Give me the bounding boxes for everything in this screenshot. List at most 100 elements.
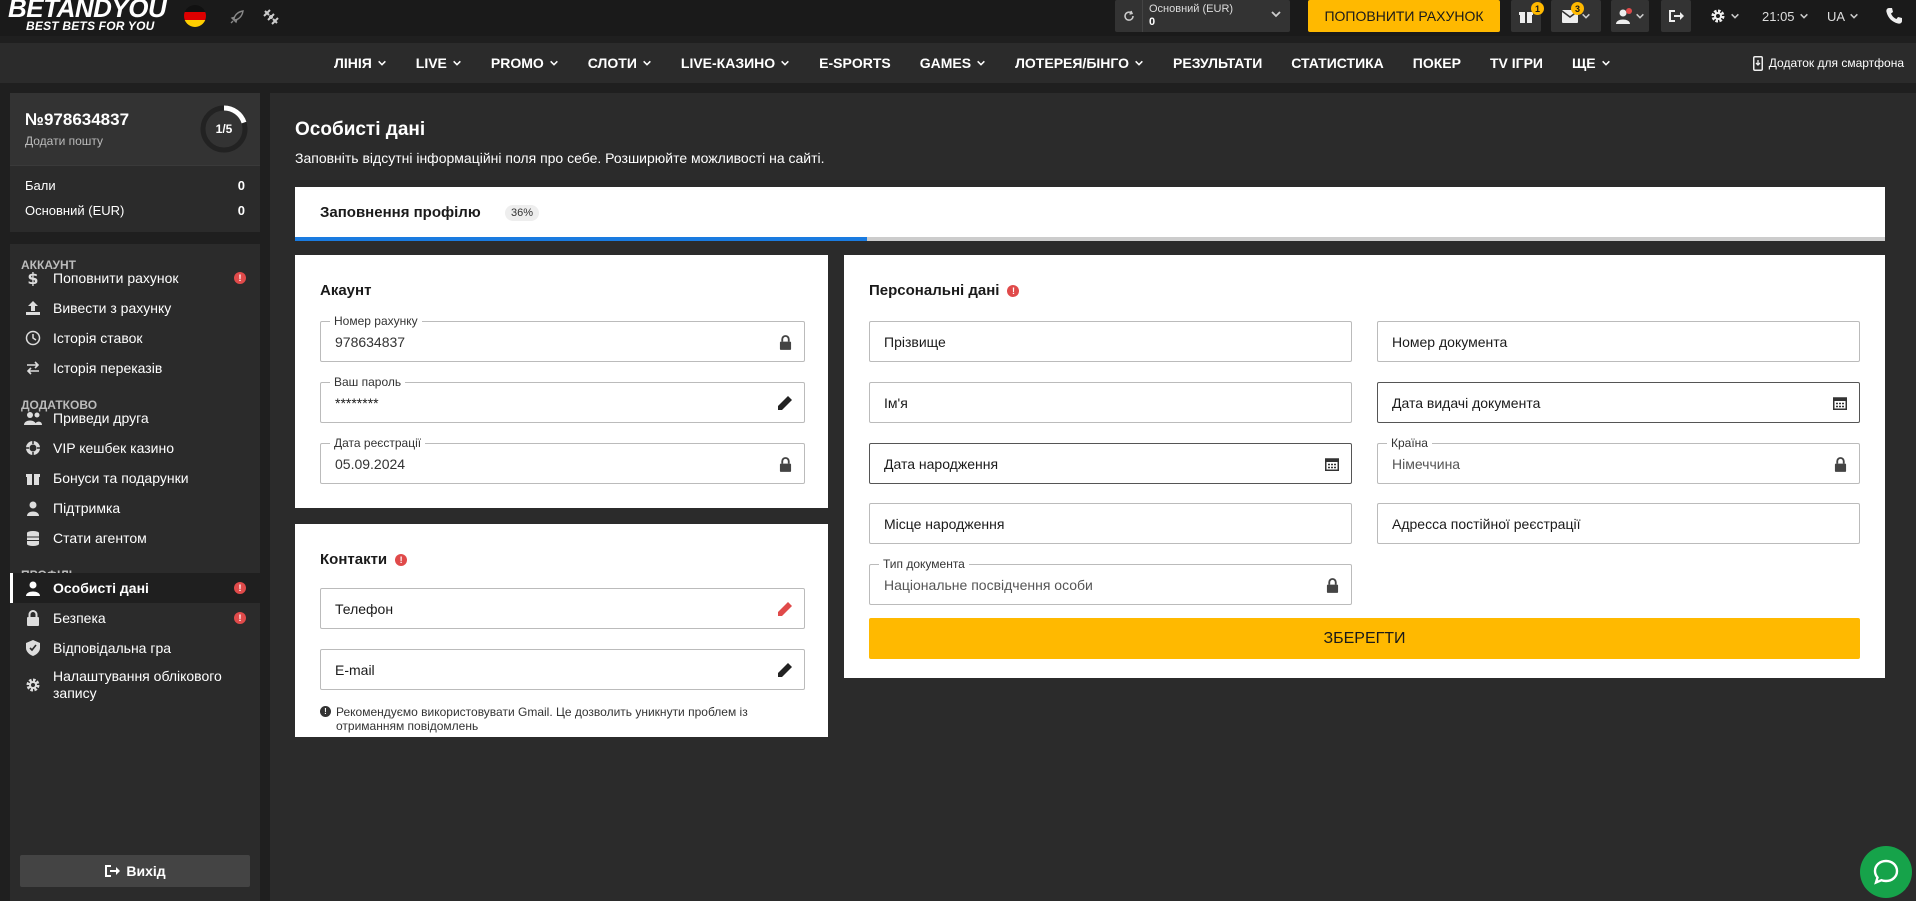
logout-button[interactable]: Вихід bbox=[20, 855, 250, 887]
balance-value: 0 bbox=[1149, 16, 1156, 28]
nav-item[interactable]: Games bbox=[920, 55, 986, 71]
country-label: Країна bbox=[1387, 436, 1432, 450]
personal-data-card-title-text: Персональні дані bbox=[869, 282, 1000, 299]
phone-field-placeholder: Телефон bbox=[335, 601, 394, 617]
profile-button[interactable] bbox=[1611, 0, 1649, 32]
chevron-down-icon bbox=[1135, 60, 1143, 66]
time-selector[interactable]: 21:05 bbox=[1762, 0, 1809, 32]
document-number-field[interactable]: Номер документа bbox=[1377, 321, 1860, 362]
birth-date-field[interactable]: Дата народження bbox=[869, 443, 1352, 484]
satellite-icon[interactable] bbox=[260, 6, 282, 28]
chat-button[interactable] bbox=[1860, 846, 1912, 898]
address-field[interactable]: Адресса постійної реєстрації bbox=[1377, 503, 1860, 544]
sidebar-item-label: Особисті дані bbox=[53, 580, 149, 596]
password-field-label: Ваш пароль bbox=[330, 375, 406, 389]
sidebar-item-bonuses[interactable]: Бонуси та подарунки bbox=[10, 463, 260, 493]
phone-field[interactable]: Телефон bbox=[320, 588, 805, 629]
main-balance-label: Основний (EUR) bbox=[25, 203, 125, 218]
nav-item[interactable]: Слоти bbox=[588, 55, 652, 71]
phone-button[interactable] bbox=[1872, 0, 1916, 32]
first-name-field[interactable]: Ім'я bbox=[869, 382, 1352, 423]
password-field[interactable]: Ваш пароль ******** bbox=[320, 375, 805, 423]
logout-top-button[interactable] bbox=[1661, 0, 1691, 32]
chevron-down-icon bbox=[549, 60, 558, 66]
nav-item[interactable]: TV Ігри bbox=[1490, 55, 1543, 71]
nav-item-label: Статистика bbox=[1291, 55, 1384, 71]
balance-selector[interactable]: Основний (EUR) 0 bbox=[1115, 0, 1290, 32]
account-card: Акаунт Номер рахунку 978634837 Ваш парол… bbox=[295, 255, 828, 508]
dollar-icon: $ bbox=[24, 269, 42, 287]
deposit-button[interactable]: ПОПОВНИТИ РАХУНОК bbox=[1308, 0, 1500, 32]
edit-pencil-icon[interactable] bbox=[776, 600, 794, 618]
sidebar-item-deposit[interactable]: $ Поповнити рахунок ! bbox=[10, 263, 260, 293]
nav-item-label: Live bbox=[415, 55, 447, 71]
logo[interactable]: BETANDYOU BEST BETS FOR YOU bbox=[8, 0, 167, 32]
nav-item[interactable]: Статистика bbox=[1291, 55, 1384, 71]
germany-flag-icon[interactable] bbox=[184, 5, 206, 27]
profile-completion-percent: 36% bbox=[505, 205, 540, 221]
lock-icon bbox=[1323, 576, 1341, 594]
sidebar-item-transfer-history[interactable]: Історія переказів bbox=[10, 353, 260, 383]
account-number-field-label: Номер рахунку bbox=[330, 314, 422, 328]
nav-item[interactable]: Лотерея/Бінго bbox=[1015, 55, 1144, 71]
messages-badge: 3 bbox=[1571, 2, 1584, 15]
nav-item-label: Лотерея/Бінго bbox=[1015, 55, 1130, 71]
nav-item[interactable]: Покер bbox=[1413, 55, 1461, 71]
alert-icon: ! bbox=[1007, 284, 1020, 297]
account-number-field: Номер рахунку 978634837 bbox=[320, 314, 805, 362]
gifts-badge: 1 bbox=[1531, 2, 1544, 15]
nav-item[interactable]: Live bbox=[416, 55, 462, 71]
add-email-link[interactable]: Додати пошту bbox=[25, 134, 103, 148]
sidebar-balances: Бали 0 Основний (EUR) 0 bbox=[10, 165, 260, 232]
sidebar-item-personal-data[interactable]: Особисті дані ! bbox=[10, 573, 260, 603]
nav-item[interactable]: Promo bbox=[491, 55, 559, 71]
account-number: №978634837 bbox=[25, 110, 130, 129]
chip-icon bbox=[24, 439, 42, 457]
messages-button[interactable]: 3 bbox=[1551, 0, 1601, 32]
gifts-button[interactable]: 1 bbox=[1511, 0, 1544, 32]
edit-pencil-icon[interactable] bbox=[776, 394, 794, 412]
nav-item[interactable]: Результати bbox=[1173, 55, 1262, 71]
sidebar-item-security[interactable]: Безпека ! bbox=[10, 603, 260, 633]
nav-item[interactable]: Ще bbox=[1572, 55, 1611, 71]
sidebar-item-label: Поповнити рахунок bbox=[53, 270, 179, 286]
save-button[interactable]: ЗБЕРЕГТИ bbox=[869, 618, 1860, 659]
personal-data-card: Персональні дані ! Прізвище Номер докуме… bbox=[844, 255, 1885, 678]
language-selector[interactable]: UA bbox=[1827, 0, 1859, 32]
sidebar-item-bet-history[interactable]: Історія ставок bbox=[10, 323, 260, 353]
refresh-icon[interactable] bbox=[1115, 0, 1143, 32]
sidebar-item-invite-friend[interactable]: Приведи друга bbox=[10, 403, 260, 433]
calendar-icon[interactable] bbox=[1831, 394, 1849, 412]
edit-pencil-icon[interactable] bbox=[776, 661, 794, 679]
account-card-title-text: Акаунт bbox=[320, 282, 372, 299]
contacts-card-title-text: Контакти bbox=[320, 551, 388, 568]
rocket-icon[interactable] bbox=[226, 6, 248, 28]
points-row: Бали 0 bbox=[25, 178, 245, 193]
sidebar-item-become-agent[interactable]: Стати агентом bbox=[10, 523, 260, 553]
sidebar-item-responsible-gaming[interactable]: Відповідальна гра bbox=[10, 633, 260, 663]
document-issue-date-field[interactable]: Дата видачі документа bbox=[1377, 382, 1860, 423]
sidebar-item-withdraw[interactable]: Вивести з рахунку bbox=[10, 293, 260, 323]
mobile-app-link[interactable]: Додаток для смартфона bbox=[1752, 43, 1904, 83]
sidebar-item-label: Приведи друга bbox=[53, 410, 149, 426]
document-number-placeholder: Номер документа bbox=[1392, 334, 1508, 350]
gift-icon bbox=[24, 469, 42, 487]
chevron-down-icon bbox=[453, 60, 461, 66]
email-field[interactable]: E-mail bbox=[320, 649, 805, 690]
user-icon bbox=[1615, 8, 1632, 24]
settings-button[interactable] bbox=[1710, 0, 1740, 32]
sidebar-item-support[interactable]: Підтримка bbox=[10, 493, 260, 523]
calendar-icon[interactable] bbox=[1323, 455, 1341, 473]
profile-completion-track bbox=[295, 237, 1885, 241]
sidebar-item-vip-cashback[interactable]: VIP кешбек казино bbox=[10, 433, 260, 463]
nav-item-label: Результати bbox=[1173, 55, 1263, 71]
sidebar-item-account-settings[interactable]: Налаштування облікового запису bbox=[10, 663, 260, 707]
chevron-down-icon bbox=[1850, 13, 1858, 19]
alert-icon: ! bbox=[395, 553, 408, 566]
nav-item[interactable]: E-Sports bbox=[819, 55, 891, 71]
surname-field[interactable]: Прізвище bbox=[869, 321, 1352, 362]
nav-item[interactable]: Лінія bbox=[334, 55, 387, 71]
points-label: Бали bbox=[25, 178, 56, 193]
birth-place-field[interactable]: Місце народження bbox=[869, 503, 1352, 544]
nav-item[interactable]: Live-казино bbox=[681, 55, 790, 71]
